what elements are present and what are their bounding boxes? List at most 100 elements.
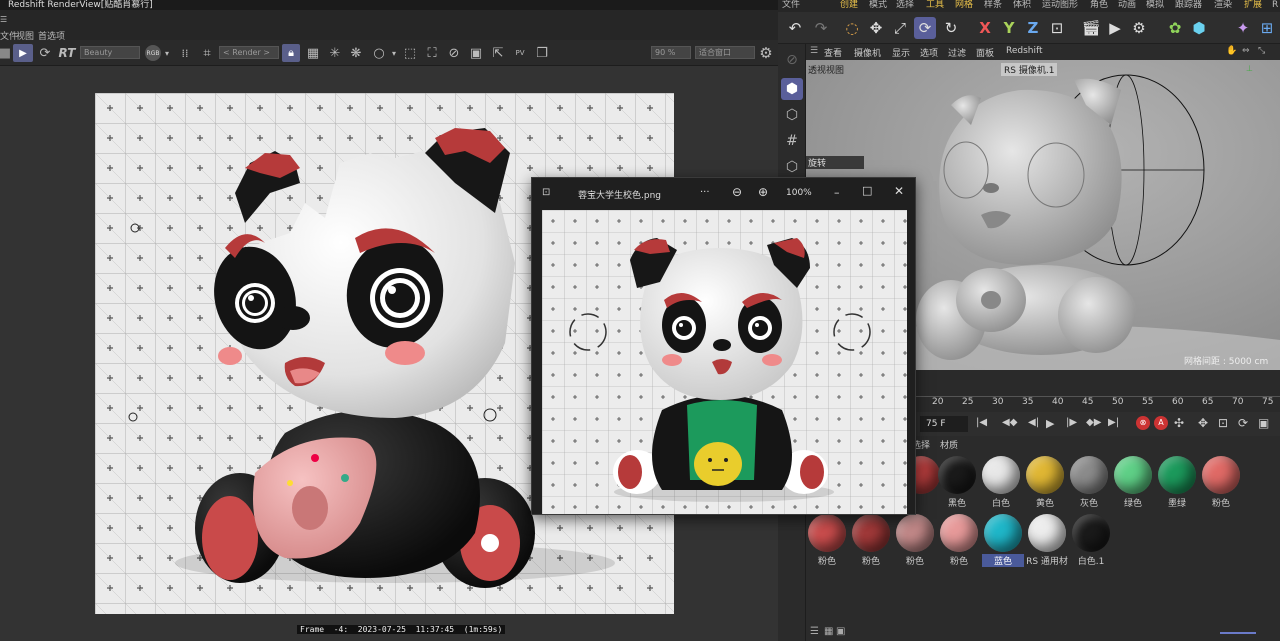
redo-icon[interactable]: ↷ <box>810 17 832 39</box>
stop-icon[interactable]: ■ <box>0 44 11 62</box>
fit-icon[interactable]: ⛶ <box>424 44 440 62</box>
scale-icon[interactable]: ⤢ <box>889 17 911 39</box>
close-icon[interactable]: ✕ <box>894 184 904 198</box>
menu-extensions[interactable]: 扩展 <box>1244 0 1262 11</box>
points-mode-icon[interactable]: ⬡ <box>781 156 803 178</box>
rt-toggle[interactable]: RT <box>57 44 77 62</box>
vp-menu-filter[interactable]: 过滤 <box>948 46 966 59</box>
menu-create[interactable]: 创建 <box>840 0 858 11</box>
slash-icon[interactable]: ⊘ <box>781 49 803 71</box>
circle-icon[interactable]: ○ <box>370 44 388 62</box>
snowflake-icon[interactable]: ✳ <box>327 44 343 62</box>
snowflake-alt-icon[interactable]: ❋ <box>348 44 364 62</box>
axis-x-toggle[interactable]: X <box>974 17 996 39</box>
material-swatch[interactable]: 灰色 <box>1068 456 1110 509</box>
material-swatch[interactable]: 黑色 <box>936 456 978 509</box>
export-icon[interactable]: ⇱ <box>490 44 506 62</box>
param-key-icon[interactable]: ▣ <box>1258 416 1269 430</box>
image-icon[interactable]: ▣ <box>468 44 484 62</box>
menu-tools[interactable]: 工具 <box>926 0 944 11</box>
play-icon[interactable]: ▶ <box>1046 417 1054 430</box>
prev-frame-icon[interactable]: ◀| <box>1028 417 1039 428</box>
lock-icon[interactable]: 🔒︎ <box>282 44 300 62</box>
copy-icon[interactable]: ❐ <box>534 44 550 62</box>
render-settings-icon[interactable]: ⚙ <box>1128 17 1150 39</box>
menu-character[interactable]: 角色 <box>1090 0 1108 11</box>
menu-file[interactable]: 文件 <box>782 0 800 11</box>
vp-menu-camera[interactable]: 摄像机 <box>854 46 881 59</box>
region-icon[interactable]: ⬚ <box>402 44 418 62</box>
material-swatch[interactable]: 白色.1 <box>1070 514 1112 567</box>
go-start-icon[interactable]: |◀ <box>976 417 987 428</box>
hamburger-icon[interactable]: ☰ <box>0 15 7 24</box>
keyframe-options-icon[interactable]: ✣ <box>1174 416 1184 430</box>
menu-animate[interactable]: 动画 <box>1118 0 1136 11</box>
object-mode-icon[interactable]: ⬡ <box>781 104 803 126</box>
gear-icon[interactable]: ⚙ <box>757 44 775 62</box>
material-swatch[interactable]: 粉色 <box>894 514 936 567</box>
chevron-down-icon[interactable]: ▾ <box>390 44 398 62</box>
cube-icon[interactable]: ⬢ <box>1188 17 1210 39</box>
material-swatch[interactable]: RS 通用材 <box>1026 514 1068 567</box>
rotate-icon[interactable]: ⟳ <box>914 17 936 39</box>
menu-spline[interactable]: 样条 <box>984 0 1002 11</box>
fit-select[interactable]: 适合窗口 <box>695 46 755 59</box>
vp-menu-panel[interactable]: 面板 <box>976 46 994 59</box>
material-swatch[interactable]: 粉色 <box>850 514 892 567</box>
material-swatch[interactable]: 粉色 <box>806 514 848 567</box>
zoom-out-icon[interactable]: ⊖ <box>732 185 742 199</box>
axis-z-toggle[interactable]: Z <box>1022 17 1044 39</box>
menu-redshift[interactable]: R <box>1272 0 1278 11</box>
hamburger-icon[interactable]: ☰ <box>810 46 818 56</box>
texture-mode-icon[interactable]: # <box>781 130 803 152</box>
vp-menu-options[interactable]: 选项 <box>920 46 938 59</box>
vp-menu-view[interactable]: 查看 <box>824 46 842 59</box>
menu-volume[interactable]: 体积 <box>1013 0 1031 11</box>
material-swatch[interactable]: 黄色 <box>1024 456 1066 509</box>
pan-icon[interactable]: ✋ <box>1226 46 1237 56</box>
live-select-icon[interactable]: ◌ <box>841 17 863 39</box>
maximize-icon[interactable]: □ <box>862 184 872 197</box>
camera-label[interactable]: RS 摄像机.1 <box>1001 63 1058 76</box>
next-key-icon[interactable]: ◆▶ <box>1086 417 1101 428</box>
axis-y-toggle[interactable]: Y <box>998 17 1020 39</box>
render-select[interactable]: < Render > <box>219 46 279 59</box>
zoom-in-icon[interactable]: ⊕ <box>758 185 768 199</box>
material-swatch[interactable]: 绿色 <box>1112 456 1154 509</box>
vp-menu-redshift[interactable]: Redshift <box>1006 46 1043 56</box>
menu-mograph[interactable]: 运动图形 <box>1042 0 1078 11</box>
orbit-icon[interactable]: ⇔ <box>1242 46 1250 56</box>
model-mode-icon[interactable]: ⬢ <box>781 78 803 100</box>
grid-view-icon[interactable]: ▦ <box>824 626 833 637</box>
refresh-icon[interactable]: ⟳ <box>37 44 53 62</box>
menu-tracker[interactable]: 跟踪器 <box>1175 0 1202 11</box>
rotate-alt-icon[interactable]: ↻ <box>940 17 962 39</box>
grid-tiles-icon[interactable]: ⊞ <box>1256 17 1278 39</box>
menu-select[interactable]: 选择 <box>896 0 914 11</box>
tab-material[interactable]: 材质 <box>940 438 958 451</box>
material-swatch[interactable]: 蓝色 <box>982 514 1024 567</box>
render-picture-viewer-icon[interactable]: ▶ <box>1104 17 1126 39</box>
material-swatch[interactable]: 粉色 <box>938 514 980 567</box>
minimize-icon[interactable]: – <box>834 186 840 199</box>
dotted-grid-icon[interactable]: ⁞⁞ <box>177 44 193 62</box>
material-swatch[interactable]: 粉色 <box>1200 456 1242 509</box>
render-view-icon[interactable]: 🎬︎ <box>1080 17 1102 39</box>
tile-view-icon[interactable]: ▣ <box>836 626 845 637</box>
material-swatch[interactable]: 墨绿 <box>1156 456 1198 509</box>
menu-mesh[interactable]: 网格 <box>955 0 973 11</box>
play-render-button[interactable]: ▶ <box>13 44 33 62</box>
zoom-icon[interactable]: ⤡ <box>1258 46 1265 56</box>
autokey-icon[interactable]: A <box>1154 416 1168 430</box>
menu-render[interactable]: 渲染 <box>1214 0 1232 11</box>
menu-mode[interactable]: 模式 <box>869 0 887 11</box>
scale-key-icon[interactable]: ⊡ <box>1218 416 1228 430</box>
coordinate-system-icon[interactable]: ⊡ <box>1046 17 1068 39</box>
aov-select[interactable]: Beauty <box>80 46 140 59</box>
rgb-badge[interactable]: RGB <box>145 45 161 61</box>
grid-icon[interactable]: ▦ <box>305 44 321 62</box>
vp-menu-display[interactable]: 显示 <box>892 46 910 59</box>
rotate-key-icon[interactable]: ⟳ <box>1238 416 1248 430</box>
cube-gear-icon[interactable]: ✿ <box>1164 17 1186 39</box>
slash-icon[interactable]: ⊘ <box>446 44 462 62</box>
